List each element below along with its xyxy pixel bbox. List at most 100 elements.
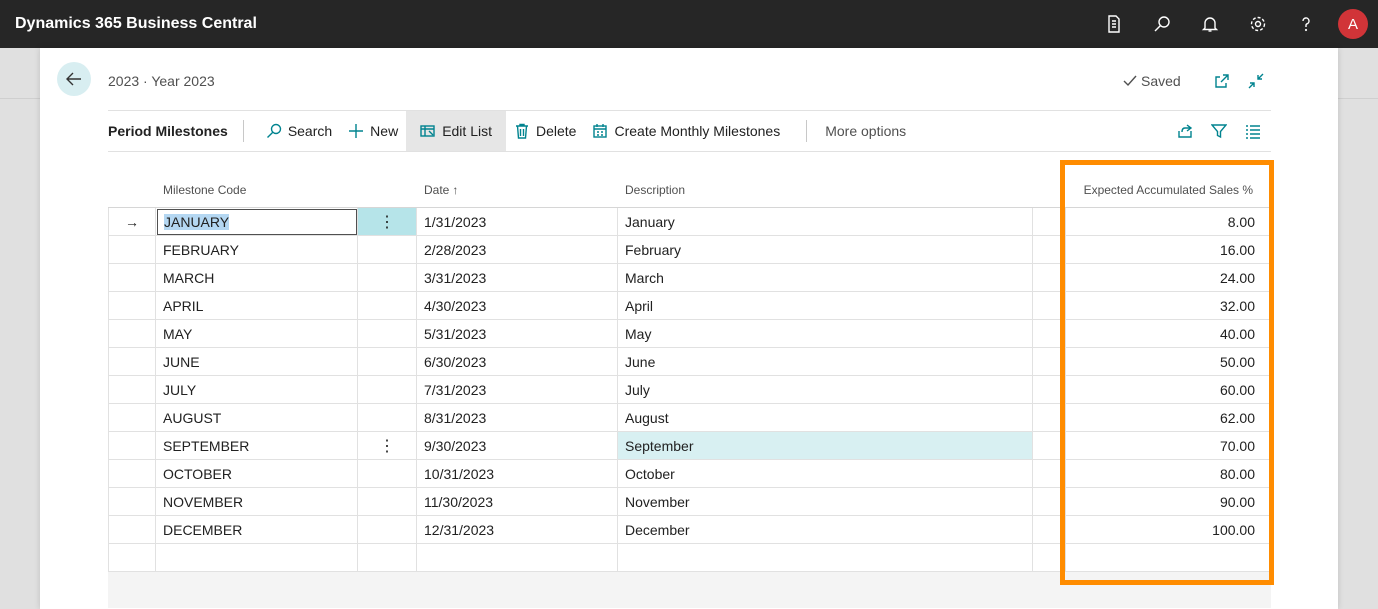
column-header-milestone-code[interactable]: Milestone Code: [156, 173, 358, 207]
expected-accumulated-sales-pct-cell[interactable]: 90.00: [1066, 488, 1271, 515]
table-row[interactable]: AUGUST 8/31/2023 August 62.00: [108, 404, 1271, 432]
date-cell[interactable]: 2/28/2023: [417, 236, 618, 263]
table-row[interactable]: JULY 7/31/2023 July 60.00: [108, 376, 1271, 404]
column-header-date[interactable]: Date ↑: [417, 173, 618, 207]
table-row[interactable]: APRIL 4/30/2023 April 32.00: [108, 292, 1271, 320]
row-actions-cell[interactable]: [358, 404, 417, 431]
more-vertical-icon[interactable]: ⋮: [379, 436, 395, 456]
expected-accumulated-sales-pct-cell[interactable]: 50.00: [1066, 348, 1271, 375]
search-icon[interactable]: [1138, 0, 1186, 48]
milestone-code-cell[interactable]: JULY: [156, 376, 358, 403]
date-cell[interactable]: 12/31/2023: [417, 516, 618, 543]
row-actions-cell[interactable]: [358, 320, 417, 347]
row-actions-cell[interactable]: ⋮: [358, 208, 417, 235]
description-cell[interactable]: February: [618, 236, 1033, 263]
row-selector[interactable]: [108, 516, 156, 543]
expected-accumulated-sales-pct-cell[interactable]: 32.00: [1066, 292, 1271, 319]
description-cell[interactable]: January: [618, 208, 1033, 235]
date-cell[interactable]: 6/30/2023: [417, 348, 618, 375]
new-button[interactable]: New: [340, 111, 406, 151]
filter-icon[interactable]: [1207, 119, 1231, 143]
description-cell[interactable]: September: [618, 432, 1033, 459]
delete-button[interactable]: Delete: [506, 111, 584, 151]
row-actions-cell[interactable]: [358, 460, 417, 487]
row-selector[interactable]: [108, 264, 156, 291]
description-cell[interactable]: March: [618, 264, 1033, 291]
description-cell[interactable]: December: [618, 516, 1033, 543]
back-button[interactable]: [57, 62, 91, 96]
expected-accumulated-sales-pct-cell[interactable]: 24.00: [1066, 264, 1271, 291]
row-selector[interactable]: [108, 460, 156, 487]
date-cell[interactable]: 4/30/2023: [417, 292, 618, 319]
row-actions-cell[interactable]: [358, 516, 417, 543]
table-row[interactable]: DECEMBER 12/31/2023 December 100.00: [108, 516, 1271, 544]
app-title[interactable]: Dynamics 365 Business Central: [15, 15, 257, 33]
date-cell[interactable]: 7/31/2023: [417, 376, 618, 403]
share-icon[interactable]: [1173, 119, 1197, 143]
date-cell[interactable]: 1/31/2023: [417, 208, 618, 235]
milestone-code-cell[interactable]: FEBRUARY: [156, 236, 358, 263]
date-cell[interactable]: 3/31/2023: [417, 264, 618, 291]
document-icon[interactable]: [1090, 0, 1138, 48]
edit-list-button[interactable]: Edit List: [406, 111, 506, 151]
more-options-button[interactable]: More options: [825, 123, 906, 139]
row-actions-cell[interactable]: [358, 264, 417, 291]
description-cell[interactable]: June: [618, 348, 1033, 375]
expected-accumulated-sales-pct-cell[interactable]: 8.00: [1066, 208, 1271, 235]
row-selector[interactable]: [108, 236, 156, 263]
description-cell[interactable]: April: [618, 292, 1033, 319]
row-selector[interactable]: [108, 376, 156, 403]
milestone-code-cell[interactable]: NOVEMBER: [156, 488, 358, 515]
expected-accumulated-sales-pct-cell[interactable]: 62.00: [1066, 404, 1271, 431]
table-row[interactable]: JUNE 6/30/2023 June 50.00: [108, 348, 1271, 376]
description-cell[interactable]: October: [618, 460, 1033, 487]
help-icon[interactable]: [1282, 0, 1330, 48]
row-selector[interactable]: →: [108, 208, 156, 235]
row-actions-cell[interactable]: ⋮: [358, 432, 417, 459]
table-row[interactable]: NOVEMBER 11/30/2023 November 90.00: [108, 488, 1271, 516]
expected-accumulated-sales-pct-cell[interactable]: 60.00: [1066, 376, 1271, 403]
bell-icon[interactable]: [1186, 0, 1234, 48]
row-selector[interactable]: [108, 348, 156, 375]
row-selector[interactable]: [108, 488, 156, 515]
date-cell[interactable]: 8/31/2023: [417, 404, 618, 431]
list-view-icon[interactable]: [1241, 119, 1265, 143]
milestone-code-input[interactable]: JANUARY: [157, 208, 357, 235]
date-cell[interactable]: 10/31/2023: [417, 460, 618, 487]
collapse-icon[interactable]: [1245, 70, 1267, 92]
milestone-code-cell[interactable]: OCTOBER: [156, 460, 358, 487]
milestone-code-cell[interactable]: DECEMBER: [156, 516, 358, 543]
open-new-window-icon[interactable]: [1211, 70, 1233, 92]
milestone-code-cell[interactable]: JUNE: [156, 348, 358, 375]
row-selector[interactable]: [108, 432, 156, 459]
expected-accumulated-sales-pct-cell[interactable]: 80.00: [1066, 460, 1271, 487]
more-vertical-icon[interactable]: ⋮: [379, 212, 395, 232]
table-row[interactable]: MARCH 3/31/2023 March 24.00: [108, 264, 1271, 292]
milestone-code-cell[interactable]: JANUARY: [156, 208, 358, 235]
description-cell[interactable]: November: [618, 488, 1033, 515]
date-cell[interactable]: 9/30/2023: [417, 432, 618, 459]
row-actions-cell[interactable]: [358, 236, 417, 263]
table-row[interactable]: → JANUARY ⋮ 1/31/2023 January 8.00: [108, 208, 1271, 236]
milestone-code-cell[interactable]: MAY: [156, 320, 358, 347]
column-header-expected-accumulated-sales-pct[interactable]: Expected Accumulated Sales %: [1066, 173, 1271, 207]
create-monthly-milestones-button[interactable]: Create Monthly Milestones: [584, 111, 788, 151]
row-selector[interactable]: [108, 292, 156, 319]
column-header-description[interactable]: Description: [618, 173, 1033, 207]
milestone-code-cell[interactable]: MARCH: [156, 264, 358, 291]
description-cell[interactable]: August: [618, 404, 1033, 431]
description-cell[interactable]: May: [618, 320, 1033, 347]
gear-icon[interactable]: [1234, 0, 1282, 48]
milestone-code-cell[interactable]: APRIL: [156, 292, 358, 319]
table-row[interactable]: FEBRUARY 2/28/2023 February 16.00: [108, 236, 1271, 264]
row-actions-cell[interactable]: [358, 376, 417, 403]
table-row-empty[interactable]: [108, 544, 1271, 572]
row-selector[interactable]: [108, 320, 156, 347]
search-button[interactable]: Search: [258, 111, 340, 151]
milestone-code-cell[interactable]: SEPTEMBER: [156, 432, 358, 459]
table-row[interactable]: OCTOBER 10/31/2023 October 80.00: [108, 460, 1271, 488]
row-actions-cell[interactable]: [358, 292, 417, 319]
avatar[interactable]: A: [1338, 9, 1368, 39]
row-selector[interactable]: [108, 404, 156, 431]
table-row[interactable]: SEPTEMBER ⋮ 9/30/2023 September 70.00: [108, 432, 1271, 460]
